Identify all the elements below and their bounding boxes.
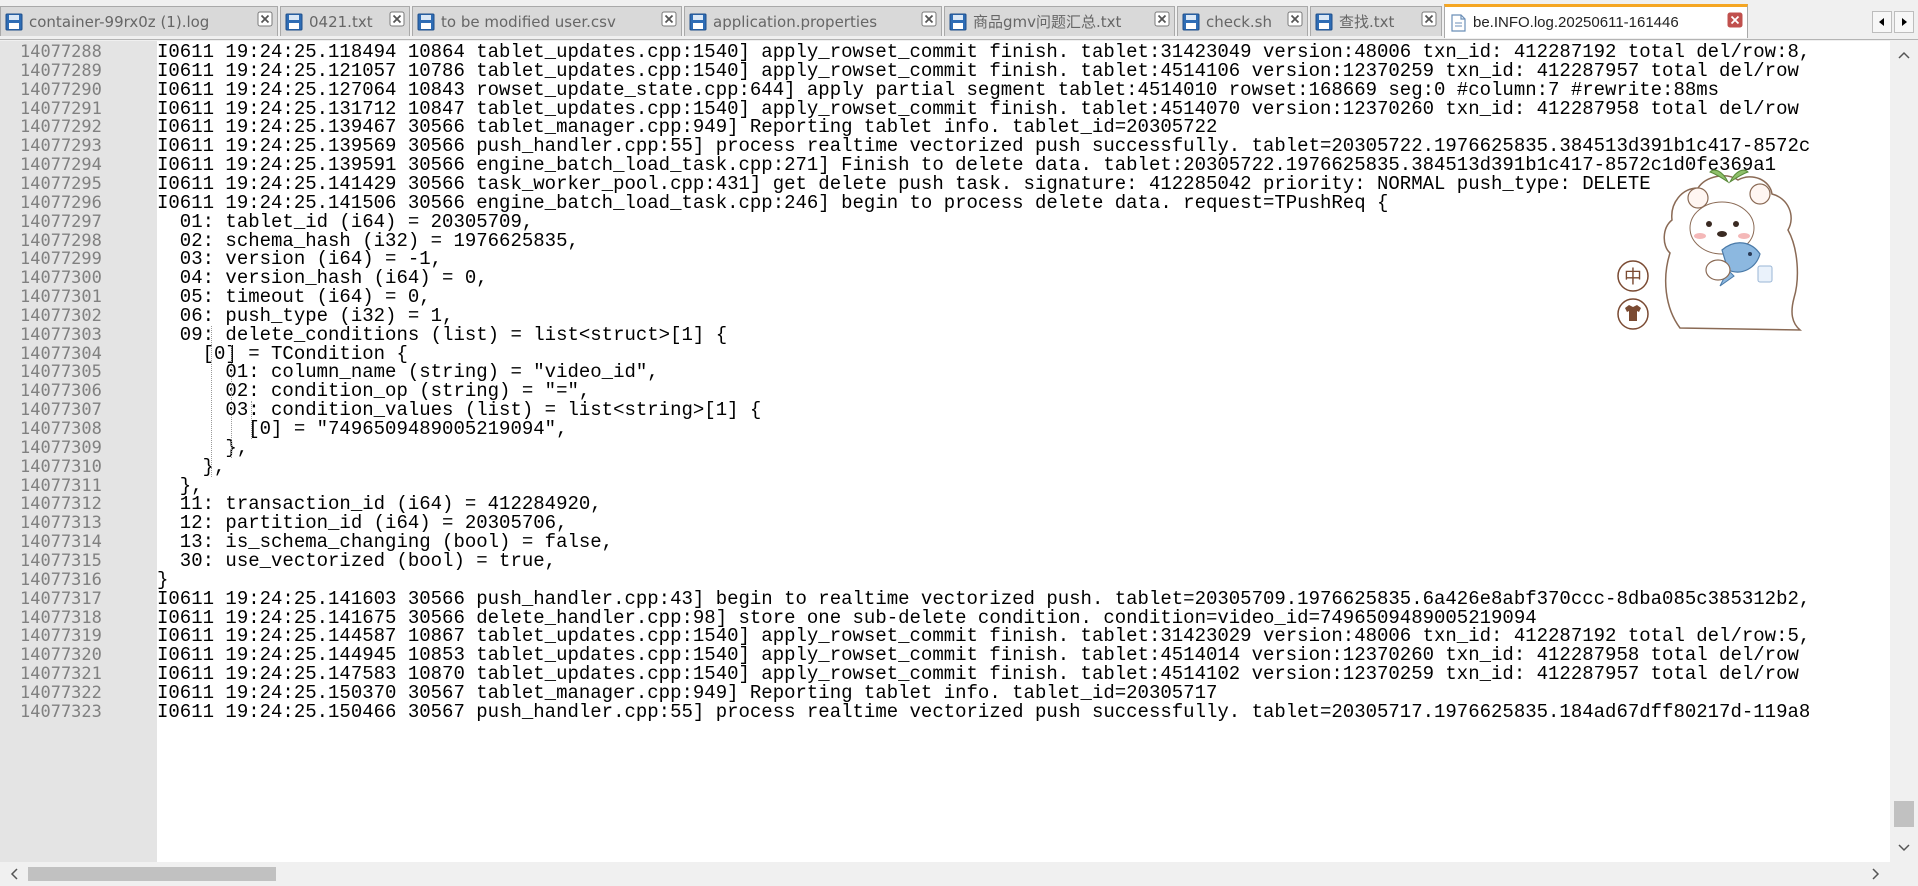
chevron-right-icon: [1872, 868, 1880, 880]
scroll-down-arrow[interactable]: [1894, 838, 1914, 858]
scroll-left-arrow[interactable]: [4, 864, 24, 884]
close-icon: [1421, 11, 1437, 27]
floppy-disk-icon: [417, 13, 435, 30]
floppy-disk-icon: [285, 13, 303, 30]
scroll-up-arrow[interactable]: [1894, 45, 1914, 65]
scroll-right-arrow[interactable]: [1866, 864, 1886, 884]
tab[interactable]: 查找.txt: [1310, 6, 1442, 36]
close-tab-button[interactable]: [917, 11, 937, 32]
tab[interactable]: container-99rx0z (1).log: [0, 6, 278, 36]
tab-label: 查找.txt: [1339, 13, 1395, 31]
floppy-disk-icon: [5, 13, 23, 30]
vertical-scroll-thumb[interactable]: [1894, 801, 1914, 827]
tab[interactable]: application.properties: [684, 6, 942, 36]
indent-guide: [231, 344, 232, 458]
indent-guide: [251, 401, 252, 439]
scrollbar-corner: [1890, 862, 1918, 886]
chevron-left-icon: [10, 868, 18, 880]
floppy-disk-icon: [1451, 13, 1466, 32]
tab-label: 商品gmv问题汇总.txt: [973, 13, 1122, 31]
close-icon: [389, 11, 405, 27]
code-line[interactable]: 30: use_vectorized (bool) = true,: [157, 550, 556, 573]
floppy-disk-icon: [949, 13, 967, 30]
close-tab-button[interactable]: [657, 11, 677, 32]
chevron-up-icon: [1898, 51, 1910, 59]
floppy-disk-icon: [689, 13, 707, 30]
close-icon: [661, 11, 677, 27]
tab-label: be.INFO.log.20250611-161446: [1473, 14, 1679, 31]
close-icon: [257, 11, 273, 27]
horizontal-scroll-thumb[interactable]: [28, 867, 276, 881]
line-number: 14077323: [20, 701, 102, 722]
tab[interactable]: check.sh: [1177, 6, 1308, 36]
chevron-down-icon: [1898, 844, 1910, 852]
tab[interactable]: 商品gmv问题汇总.txt: [944, 6, 1175, 36]
floppy-disk-icon: [1315, 13, 1333, 30]
close-icon: [1154, 11, 1170, 27]
close-tab-button[interactable]: [253, 11, 273, 32]
tab-scroll-left-button[interactable]: [1872, 11, 1892, 33]
line-number-gutter: 14077288 14077289 14077290 14077291 14077292…: [0, 41, 157, 862]
tab-label: 0421.txt: [309, 12, 373, 31]
tab-label: application.properties: [713, 12, 878, 31]
tab[interactable]: be.INFO.log.20250611-161446: [1444, 4, 1748, 38]
tab[interactable]: to be modified user.csv: [412, 6, 682, 36]
floppy-disk-icon: [1182, 13, 1200, 30]
tab[interactable]: 0421.txt: [280, 6, 410, 36]
bear-with-fish-sticker-icon: 中: [1617, 169, 1803, 331]
svg-text:中: 中: [1624, 267, 1642, 288]
arrow-right-icon: [1902, 18, 1907, 26]
close-tab-button[interactable]: [1723, 12, 1743, 33]
arrow-left-icon: [1879, 18, 1884, 26]
vertical-scrollbar[interactable]: [1890, 41, 1918, 862]
bear-sticker-overlay[interactable]: 中: [1610, 158, 1850, 332]
close-tab-button[interactable]: [1283, 11, 1303, 32]
tab-label: to be modified user.csv: [441, 12, 616, 31]
close-icon: [1727, 12, 1743, 28]
tab-label: check.sh: [1206, 12, 1273, 31]
horizontal-scrollbar[interactable]: [0, 862, 1890, 886]
close-tab-button[interactable]: [385, 11, 405, 32]
close-icon: [1287, 11, 1303, 27]
code-line[interactable]: I0611 19:24:25.150466 30567 push_handler…: [157, 701, 1810, 724]
tab-label: container-99rx0z (1).log: [29, 12, 210, 31]
close-tab-button[interactable]: [1150, 11, 1170, 32]
close-icon: [921, 11, 937, 27]
tab-bar: container-99rx0z (1).log 0421.txt to be mo…: [0, 0, 1918, 40]
close-tab-button[interactable]: [1417, 11, 1437, 32]
tab-scroll-right-button[interactable]: [1894, 11, 1914, 33]
indent-guide: [211, 325, 212, 477]
